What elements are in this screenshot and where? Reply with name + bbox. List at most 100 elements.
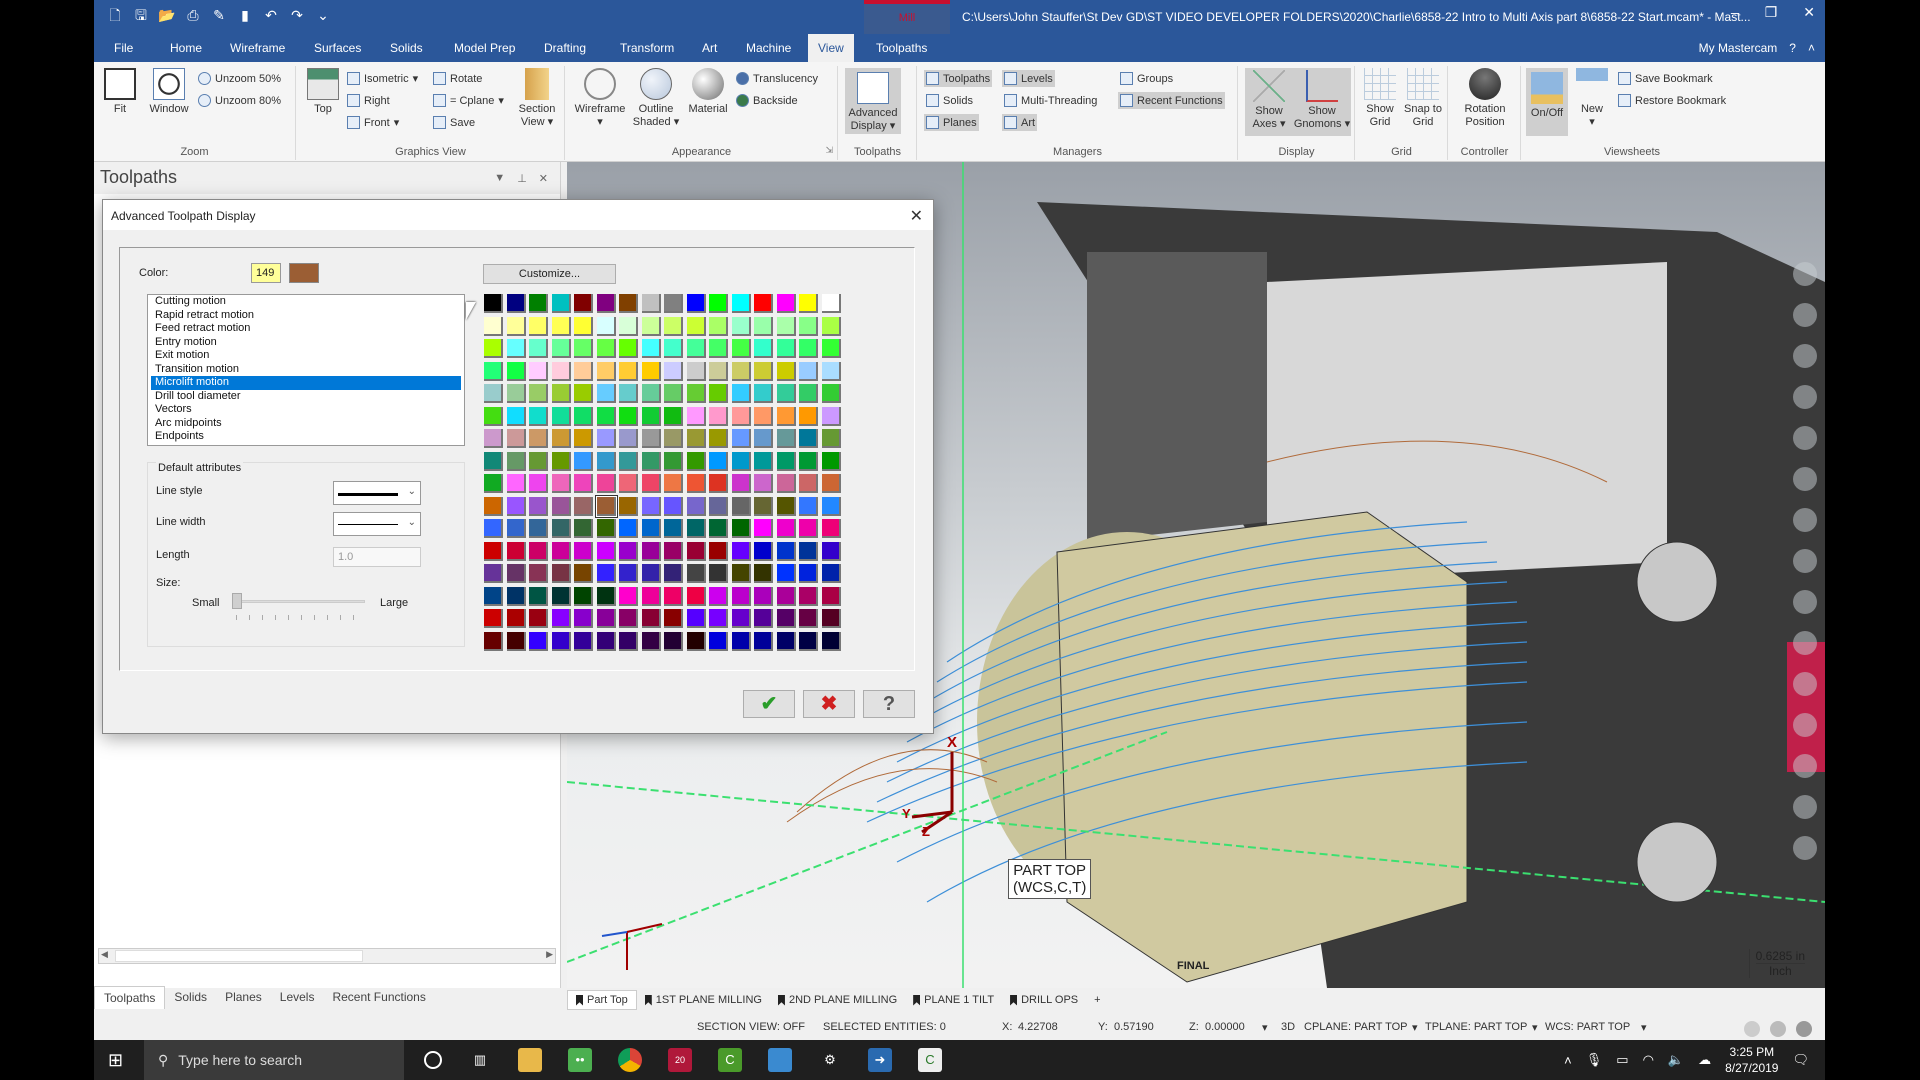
wifi-icon[interactable]: ◠ [1643,1052,1654,1068]
color-swatch-cell[interactable] [574,474,593,493]
tplane-dropdown-icon[interactable]: ▾ [1532,1021,1538,1034]
motion-list-item[interactable]: Drill tool diameter [148,390,464,404]
advanced-display-button[interactable]: Advanced Display ▾ [845,68,901,134]
color-swatch-cell[interactable] [551,406,571,426]
color-swatch-cell[interactable] [619,631,638,651]
color-swatch-cell[interactable] [686,384,706,403]
color-swatch-cell[interactable] [776,474,796,493]
color-swatch-cell[interactable] [551,564,571,583]
color-swatch-cell[interactable] [506,541,526,561]
color-swatch-cell[interactable] [619,586,638,606]
bookmark-icon[interactable]: ▮ [236,6,254,24]
color-swatch-cell[interactable] [596,294,616,313]
quick-tool-icon[interactable] [1793,713,1817,737]
color-swatch-cell[interactable] [619,316,638,336]
color-swatch-cell[interactable] [821,541,841,561]
color-swatch-cell[interactable] [574,406,593,426]
color-swatch-cell[interactable] [619,541,638,561]
manager-tab-recent-functions[interactable]: Recent Functions [323,986,434,1009]
color-swatch-cell[interactable] [799,496,818,516]
manager-tab-solids[interactable]: Solids [165,986,216,1009]
color-swatch-cell[interactable] [551,294,571,313]
color-swatch-cell[interactable] [686,361,706,381]
color-swatch-cell[interactable] [506,339,526,358]
tab-file[interactable]: File [104,34,143,62]
ok-button[interactable]: ✔ [743,690,795,718]
color-swatch-cell[interactable] [776,361,796,381]
color-swatch-cell[interactable] [529,384,548,403]
color-swatch-cell[interactable] [686,519,706,538]
quick-tool-icon[interactable] [1793,303,1817,327]
section-view-button[interactable]: Section View ▾ [515,68,559,129]
color-swatch-cell[interactable] [664,564,683,583]
scrollbar-thumb[interactable] [115,950,363,962]
color-swatch-cell[interactable] [574,496,593,516]
color-swatch-cell[interactable] [529,339,548,358]
color-swatch-cell[interactable] [619,519,638,538]
color-swatch-cell[interactable] [686,429,706,448]
window-zoom-button[interactable]: Window [144,68,194,116]
color-swatch-cell[interactable] [709,541,728,561]
show-grid-button[interactable]: Show Grid [1360,68,1400,129]
color-swatch-cell[interactable] [754,541,773,561]
save-icon[interactable]: 🖫 [132,6,150,24]
wireframe-mode-icon[interactable] [1744,1021,1760,1037]
color-swatch-cell[interactable] [574,294,593,313]
color-swatch-cell[interactable] [506,384,526,403]
new-viewsheet-button[interactable]: New ▾ [1572,68,1612,129]
color-swatch-cell[interactable] [619,429,638,448]
color-swatch-cell[interactable] [754,609,773,628]
action-center-icon[interactable]: 🗨 [1792,1052,1809,1068]
color-swatch-cell[interactable] [731,406,751,426]
viewsheet-tab-2nd-plane-milling[interactable]: 2ND PLANE MILLING [770,991,905,1009]
color-swatch-cell[interactable] [709,361,728,381]
save-view-button[interactable]: Save [433,116,475,129]
dialog-close-icon[interactable]: ✕ [910,206,923,226]
color-swatch-cell[interactable] [484,609,503,628]
panel-close-icon[interactable]: ✕ [539,172,548,185]
save-bookmark-button[interactable]: Save Bookmark [1618,72,1713,85]
color-swatch-cell[interactable] [551,519,571,538]
rotate-button[interactable]: Rotate [433,72,482,85]
color-swatch-cell[interactable] [709,294,728,313]
color-swatch-cell[interactable] [619,361,638,381]
color-swatch-cell[interactable] [529,361,548,381]
color-swatch-cell[interactable] [506,429,526,448]
color-swatch-cell[interactable] [821,429,841,448]
outline-shaded-button[interactable]: Outline Shaded ▾ [632,68,680,129]
color-swatch-cell[interactable] [821,474,841,493]
color-swatch-cell[interactable] [776,294,796,313]
tab-home[interactable]: Home [160,34,212,62]
color-swatch-cell[interactable] [529,519,548,538]
color-swatch-cell[interactable] [574,586,593,606]
tab-toolpaths[interactable]: Toolpaths [866,34,937,62]
color-swatch-cell[interactable] [686,586,706,606]
color-swatch-cell[interactable] [686,294,706,313]
color-swatch-cell[interactable] [551,384,571,403]
color-swatch-cell[interactable] [574,316,593,336]
color-swatch-cell[interactable] [821,384,841,403]
new-file-icon[interactable]: 🗋 [106,6,124,24]
color-swatch-cell[interactable] [641,586,661,606]
color-swatch-cell[interactable] [484,294,503,313]
top-view-button[interactable]: Top [305,68,341,116]
color-swatch-cell[interactable] [484,631,503,651]
art-manager-toggle[interactable]: Art [1002,114,1038,131]
z-dropdown-icon[interactable]: ▾ [1262,1021,1268,1034]
planes-manager-toggle[interactable]: Planes [924,114,979,131]
app-icon[interactable] [768,1048,792,1072]
color-swatch-cell[interactable] [529,541,548,561]
color-swatch-cell[interactable] [709,406,728,426]
snap-to-grid-button[interactable]: Snap to Grid [1402,68,1444,129]
close-button[interactable]: ✕ [1803,4,1815,21]
isometric-button[interactable]: Isometric ▾ [347,72,418,85]
color-swatch-cell[interactable] [506,474,526,493]
color-swatch-cell[interactable] [484,361,503,381]
color-swatch-cell[interactable] [596,631,616,651]
material-button[interactable]: Material [684,68,732,116]
color-swatch-cell[interactable] [529,474,548,493]
color-swatch-cell[interactable] [754,496,773,516]
horizontal-scrollbar[interactable]: ◀ ▶ [98,948,556,964]
help-button[interactable]: ? [863,690,915,718]
cplane-selector[interactable]: CPLANE: PART TOP [1304,1021,1408,1033]
